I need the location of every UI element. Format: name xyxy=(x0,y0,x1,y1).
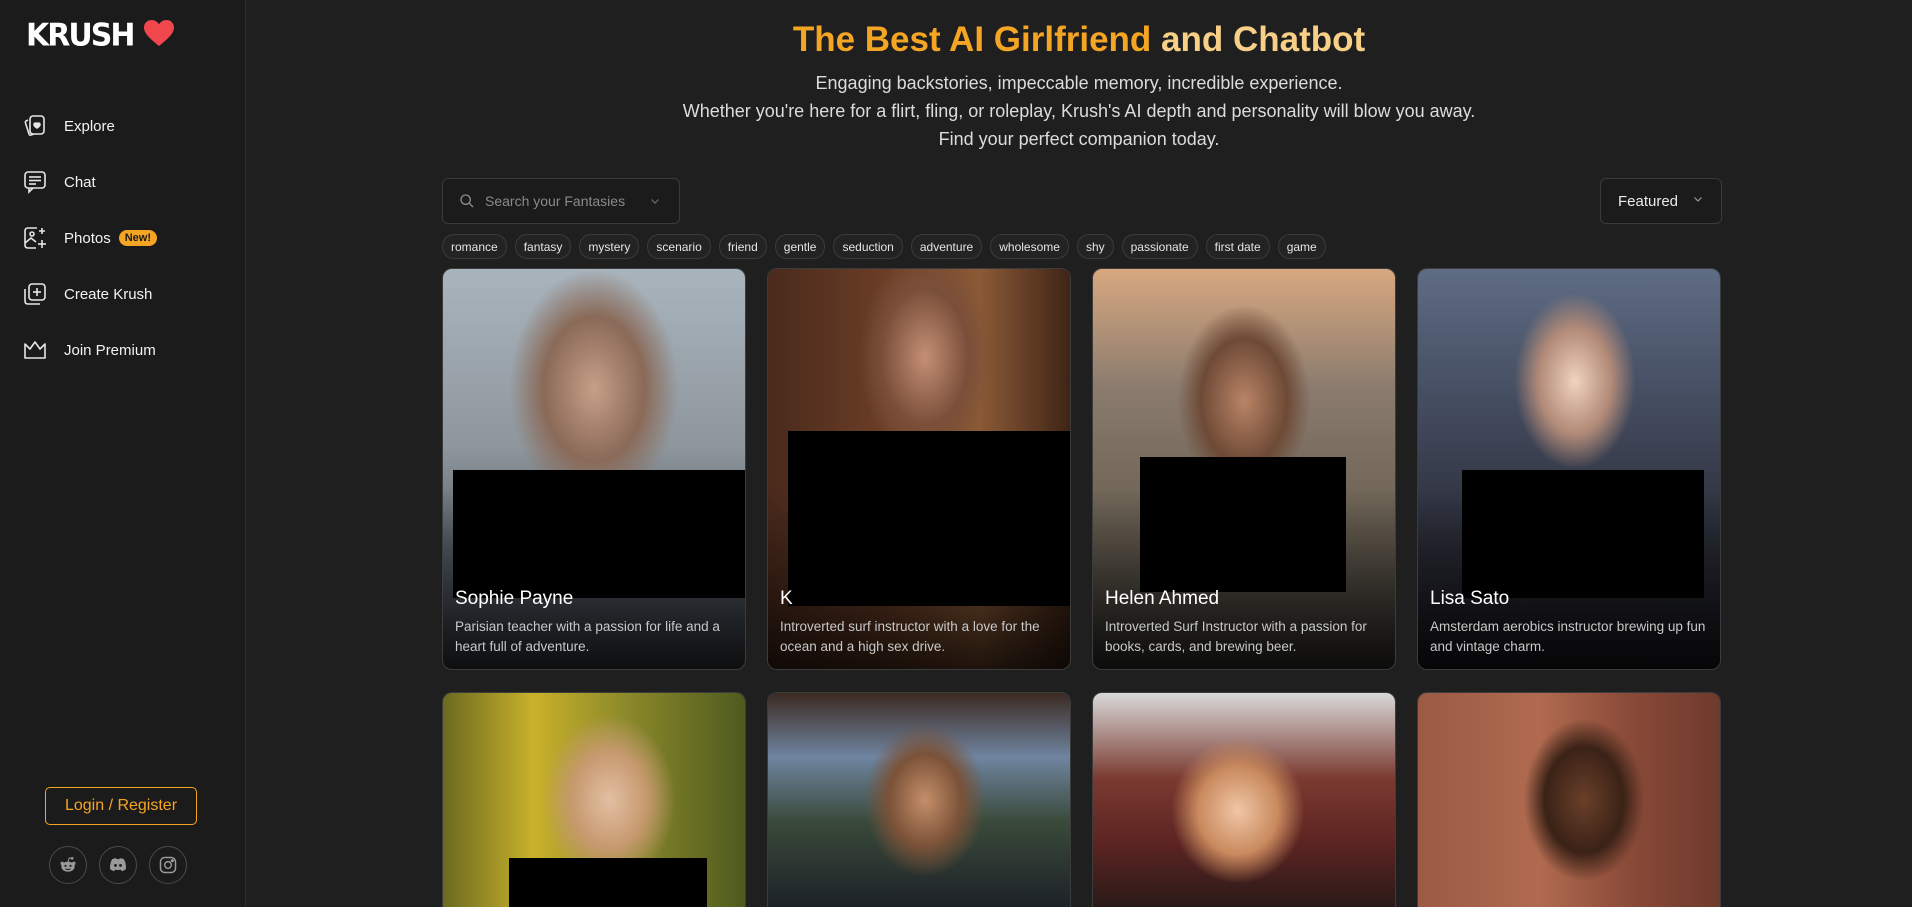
logo-text: KRUSH xyxy=(26,17,135,54)
photo-plus-icon xyxy=(22,225,48,251)
tag-chip[interactable]: mystery xyxy=(579,234,640,259)
chevron-down-icon xyxy=(1692,192,1704,210)
redaction-block xyxy=(1462,470,1704,598)
search-icon xyxy=(459,193,475,209)
sidebar-item-chat[interactable]: Chat xyxy=(22,154,157,210)
sidebar-nav: Explore Chat Photos New! Create Krush Jo… xyxy=(22,98,157,378)
sidebar-item-explore[interactable]: Explore xyxy=(22,98,157,154)
subtitle-line: Engaging backstories, impeccable memory,… xyxy=(815,73,1343,93)
search-placeholder: Search your Fantasies xyxy=(485,193,626,209)
sidebar-item-label: Photos xyxy=(64,229,111,247)
tag-chip[interactable]: fantasy xyxy=(514,234,572,259)
tag-chip[interactable]: shy xyxy=(1076,234,1114,259)
character-description: Parisian teacher with a passion for life… xyxy=(455,619,720,654)
character-card[interactable] xyxy=(1417,692,1721,907)
redaction-block xyxy=(453,470,745,598)
character-card[interactable]: Sophie Payne Parisian teacher with a pas… xyxy=(442,268,746,670)
character-card[interactable] xyxy=(442,692,746,907)
tag-chip[interactable]: first date xyxy=(1205,234,1270,259)
title-rest: and Chatbot xyxy=(1151,20,1366,59)
character-name: K xyxy=(780,588,793,609)
tag-chip[interactable]: wholesome xyxy=(990,234,1069,259)
sidebar-item-label: Explore xyxy=(64,117,115,135)
character-photo xyxy=(768,693,1070,907)
tag-chip[interactable]: scenario xyxy=(647,234,711,259)
tag-chip[interactable]: passionate xyxy=(1121,234,1198,259)
subtitle-line: Find your perfect companion today. xyxy=(938,129,1220,149)
redaction-block xyxy=(1140,457,1346,592)
tag-chip[interactable]: romance xyxy=(442,234,507,259)
sidebar-item-label: Create Krush xyxy=(64,285,153,303)
title-highlight: The Best AI Girlfriend xyxy=(792,20,1152,59)
logo[interactable]: KRUSH xyxy=(26,17,175,54)
character-card[interactable]: K Introverted surf instructor with a lov… xyxy=(767,268,1071,670)
sidebar-item-create-krush[interactable]: Create Krush xyxy=(22,266,157,322)
sidebar-item-photos[interactable]: Photos New! xyxy=(22,210,157,266)
new-badge: New! xyxy=(118,230,157,246)
sort-dropdown[interactable]: Featured xyxy=(1600,178,1722,224)
character-card[interactable] xyxy=(1092,692,1396,907)
character-description: Introverted Surf Instructor with a passi… xyxy=(1105,619,1367,654)
plus-square-icon xyxy=(22,281,48,307)
tag-chip[interactable]: adventure xyxy=(910,234,983,259)
sidebar: KRUSH Explore Chat Photos New! Create Kr… xyxy=(0,0,246,907)
sidebar-item-label: Chat xyxy=(64,173,96,191)
character-photo xyxy=(1093,693,1395,907)
search-input[interactable]: Search your Fantasies xyxy=(442,178,680,224)
character-name: Lisa Sato xyxy=(1430,588,1510,609)
redaction-block xyxy=(788,431,1070,606)
cards-heart-icon xyxy=(22,113,48,139)
character-card[interactable] xyxy=(767,692,1071,907)
crown-icon xyxy=(22,337,48,363)
tag-filter-list: romance fantasy mystery scenario friend … xyxy=(442,234,1326,259)
heart-icon xyxy=(143,19,175,52)
redaction-block xyxy=(509,858,707,907)
character-description: Amsterdam aerobics instructor brewing up… xyxy=(1430,619,1706,654)
tag-chip[interactable]: gentle xyxy=(774,234,826,259)
character-description: Introverted surf instructor with a love … xyxy=(780,619,1040,654)
sidebar-item-label: Join Premium xyxy=(64,341,156,359)
chevron-down-icon xyxy=(649,195,661,207)
character-card[interactable]: Lisa Sato Amsterdam aerobics instructor … xyxy=(1417,268,1721,670)
discord-icon[interactable] xyxy=(99,846,137,884)
page-title: The Best AI Girlfriend and Chatbot xyxy=(246,20,1912,60)
character-name: Helen Ahmed xyxy=(1105,588,1220,609)
tag-chip[interactable]: seduction xyxy=(833,234,903,259)
sidebar-item-join-premium[interactable]: Join Premium xyxy=(22,322,157,378)
chat-icon xyxy=(22,169,48,195)
reddit-icon[interactable] xyxy=(49,846,87,884)
tag-chip[interactable]: friend xyxy=(718,234,767,259)
character-name: Sophie Payne xyxy=(455,588,574,609)
login-register-button[interactable]: Login / Register xyxy=(45,787,197,825)
sort-selected: Featured xyxy=(1617,192,1679,210)
character-card[interactable]: Helen Ahmed Introverted Surf Instructor … xyxy=(1092,268,1396,670)
tag-chip[interactable]: game xyxy=(1277,234,1326,259)
instagram-icon[interactable] xyxy=(149,846,187,884)
subtitle-line: Whether you're here for a flirt, fling, … xyxy=(682,101,1476,121)
character-photo xyxy=(1418,693,1720,907)
social-links xyxy=(49,846,187,884)
